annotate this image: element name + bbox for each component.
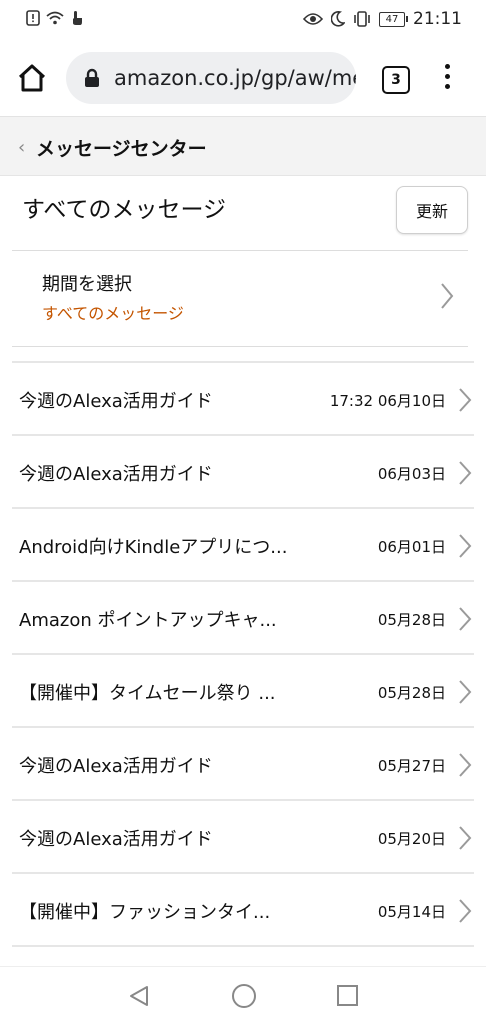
- eye-icon: [303, 13, 323, 25]
- moon-icon: [331, 11, 345, 27]
- message-title: Amazon ポイントアップキャ...: [19, 610, 277, 631]
- chevron-right-icon: [459, 461, 472, 485]
- message-title: Android向けKindleアプリにつ...: [19, 537, 288, 558]
- chevron-right-icon: [459, 388, 472, 412]
- chevron-right-icon: [459, 899, 472, 923]
- message-title: 今週のAlexa活用ガイド: [19, 829, 213, 850]
- chevron-right-icon: [441, 283, 454, 309]
- status-time: 21:11: [413, 9, 462, 29]
- page-title[interactable]: メッセージセンター: [36, 134, 207, 161]
- status-right-icons: 47 21:11: [303, 9, 462, 29]
- list-item[interactable]: Android向けKindleアプリにつ... 06月01日: [12, 507, 474, 580]
- chevron-right-icon: [459, 680, 472, 704]
- message-title: 【開催中】タイムセール祭り ...: [19, 683, 276, 704]
- vibrate-icon: [354, 11, 370, 27]
- touch-icon: [73, 11, 82, 25]
- list-item[interactable]: 今週のAlexa活用ガイド 17:32 06月10日: [12, 361, 474, 434]
- chevron-right-icon: [459, 607, 472, 631]
- status-bar: 47 21:11: [0, 0, 486, 40]
- status-left-icons: [26, 10, 84, 26]
- chevron-right-icon: [459, 753, 472, 777]
- chevron-right-icon: [459, 826, 472, 850]
- divider: [12, 346, 468, 347]
- url-bar[interactable]: amazon.co.jp/gp/aw/me: [66, 52, 356, 104]
- message-date: 06月03日: [377, 465, 446, 483]
- nav-recents-icon[interactable]: [337, 985, 358, 1006]
- list-item[interactable]: 【開催中】ファッションタイ... 05月14日: [12, 872, 474, 945]
- home-icon[interactable]: [16, 62, 48, 94]
- period-value: すべてのメッセージ: [42, 304, 184, 323]
- list-item[interactable]: 今週のAlexa活用ガイド 05月27日: [12, 726, 474, 799]
- alert-icon: [26, 10, 40, 26]
- message-date: 05月27日: [377, 757, 446, 775]
- message-date: 17:32 06月10日: [329, 392, 446, 410]
- more-menu-icon[interactable]: [440, 64, 454, 94]
- wifi-icon: [46, 11, 64, 25]
- message-title: 今週のAlexa活用ガイド: [19, 756, 213, 777]
- message-date: 06月01日: [377, 538, 446, 556]
- chevron-right-icon: [459, 534, 472, 558]
- nav-back-icon[interactable]: [128, 985, 150, 1007]
- section-title: すべてのメッセージ: [22, 197, 227, 223]
- list-item[interactable]: 今週のAlexa活用ガイド 05月20日: [12, 799, 474, 872]
- message-date: 05月28日: [377, 684, 446, 702]
- browser-toolbar: amazon.co.jp/gp/aw/me 3: [0, 40, 486, 117]
- message-title: 今週のAlexa活用ガイド: [19, 391, 213, 412]
- list-item[interactable]: 【開催中】タイムセール祭り ... 05月28日: [12, 653, 474, 726]
- url-text: amazon.co.jp/gp/aw/me: [114, 66, 356, 90]
- nav-home-icon[interactable]: [232, 984, 256, 1008]
- lock-icon: [85, 68, 99, 87]
- list-item[interactable]: Amazon ポイントアップキャ... 05月28日: [12, 580, 474, 653]
- battery-icon: 47: [379, 11, 408, 27]
- message-title: 【開催中】ファッションタイ...: [19, 902, 271, 923]
- message-date: 05月20日: [377, 830, 446, 848]
- message-date: 05月28日: [377, 611, 446, 629]
- refresh-button[interactable]: 更新: [396, 186, 468, 234]
- back-chevron-icon[interactable]: ‹: [18, 137, 25, 158]
- message-list: 今週のAlexa活用ガイド 17:32 06月10日 今週のAlexa活用ガイド…: [12, 361, 474, 947]
- message-title: 今週のAlexa活用ガイド: [19, 464, 213, 485]
- period-label: 期間を選択: [42, 274, 132, 295]
- system-nav-bar: [0, 966, 486, 1025]
- tab-switcher-button[interactable]: 3: [382, 66, 410, 94]
- period-selector[interactable]: 期間を選択 すべてのメッセージ: [12, 252, 468, 346]
- message-date: 05月14日: [377, 903, 446, 921]
- divider: [12, 250, 468, 251]
- divider: [12, 945, 474, 947]
- list-item[interactable]: 今週のAlexa活用ガイド 06月03日: [12, 434, 474, 507]
- page-header: ‹ メッセージセンター: [0, 117, 486, 176]
